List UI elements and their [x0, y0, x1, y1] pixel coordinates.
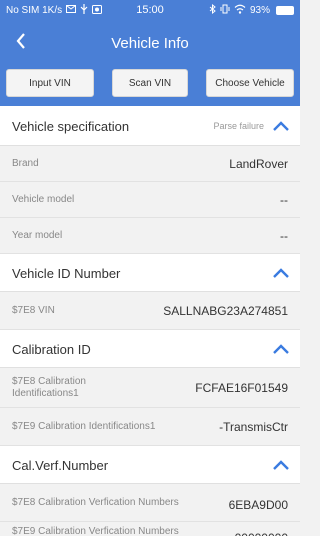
chevron-up-icon[interactable]	[272, 459, 290, 471]
chevron-up-icon[interactable]	[272, 343, 290, 355]
vibrate-icon	[220, 4, 230, 17]
row-value: -TransmisCtr	[219, 420, 288, 434]
page-title: Vehicle Info	[111, 35, 189, 52]
action-bar: Input VIN Scan VIN Choose Vehicle	[0, 64, 300, 106]
row-label: $7E8 Calibration Verfication Numbers	[12, 497, 179, 508]
list-item-calibration-7e9: $7E9 Calibration Identifications1 -Trans…	[0, 408, 300, 446]
choose-vehicle-button[interactable]: Choose Vehicle	[206, 69, 294, 97]
list-item-cvn-7e8: $7E8 Calibration Verfication Numbers 6EB…	[0, 484, 300, 522]
list-item-year-model: Year model --	[0, 218, 300, 254]
row-value: 6EBA9D00	[228, 498, 288, 512]
scan-vin-button[interactable]: Scan VIN	[112, 69, 188, 97]
list-item-brand: Brand LandRover	[0, 146, 300, 182]
section-title: Vehicle specification	[12, 119, 130, 134]
bluetooth-icon	[209, 3, 216, 17]
wifi-icon	[234, 4, 246, 17]
section-title: Calibration ID	[12, 342, 91, 357]
header: Vehicle Info	[0, 20, 300, 64]
list-item-vehicle-model: Vehicle model --	[0, 182, 300, 218]
section-title: Vehicle ID Number	[12, 266, 121, 281]
status-bar: No SIM 1K/s 15:00 93%	[0, 0, 300, 20]
row-value: LandRover	[229, 157, 288, 171]
section-header-cal-verf-number[interactable]: Cal.Verf.Number	[0, 446, 300, 484]
list-item-cvn-7e9: $7E9 Calibration Verfication Numbers 000…	[0, 522, 300, 536]
parse-status: Parse failure	[213, 121, 264, 131]
chevron-up-icon[interactable]	[272, 120, 290, 132]
section-header-calibration-id[interactable]: Calibration ID	[0, 330, 300, 368]
row-value: --	[280, 229, 288, 243]
row-value: FCFAE16F01549	[195, 381, 288, 395]
row-label: $7E9 Calibration Identifications1	[12, 421, 156, 432]
battery-icon	[276, 6, 294, 15]
row-label: $7E8 VIN	[12, 305, 55, 316]
section-title: Cal.Verf.Number	[12, 458, 109, 473]
row-label: Vehicle model	[12, 194, 75, 205]
list-item-calibration-7e8: $7E8 Calibration Identifications1 FCFAE1…	[0, 368, 300, 408]
battery-percent: 93%	[249, 5, 270, 16]
row-value: SALLNABG23A274851	[163, 304, 288, 318]
section-header-vehicle-id[interactable]: Vehicle ID Number	[0, 254, 300, 292]
chevron-up-icon[interactable]	[272, 267, 290, 279]
row-label: Year model	[12, 230, 63, 241]
section-header-vehicle-specification[interactable]: Vehicle specification Parse failure	[0, 106, 300, 146]
list-item-vin: $7E8 VIN SALLNABG23A274851	[0, 292, 300, 330]
row-value: 00000000	[235, 531, 288, 536]
input-vin-button[interactable]: Input VIN	[6, 69, 94, 97]
row-label: $7E9 Calibration Verfication Numbers	[12, 526, 179, 536]
row-label: Brand	[12, 158, 39, 169]
row-label: $7E8 Calibration Identifications1	[12, 376, 86, 399]
row-value: --	[280, 193, 288, 207]
